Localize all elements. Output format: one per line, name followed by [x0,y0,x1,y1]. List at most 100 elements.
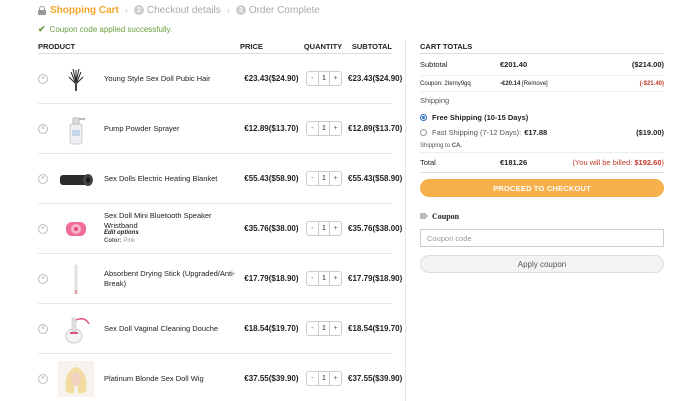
remove-item-button[interactable]: × [38,373,48,384]
product-name[interactable]: Sex Doll Vaginal Cleaning Douche [104,324,244,334]
step-order-complete: 3 Order Complete [235,4,320,16]
pink-wristband-icon[interactable] [58,211,94,247]
cart-totals-title: CART TOTALS [420,40,664,54]
quantity-input[interactable]: 1 [317,172,331,185]
drying-stick-icon[interactable] [58,261,94,297]
coupon-row: Coupon: 2temy9gq -€20.14 [Remove] (-$21.… [420,76,664,92]
product-name-text[interactable]: Absorbent Drying Stick (Upgraded/Anti-Br… [104,269,235,288]
step-number: 2 [133,5,144,15]
quantity-stepper[interactable]: -1 + [300,71,348,86]
decrease-button[interactable]: - [307,122,318,135]
apply-coupon-button[interactable]: Apply coupon [420,255,664,273]
product-price: €18.54($19.70) [244,324,299,333]
edit-options-link[interactable]: Edit options [104,230,244,238]
rolled-blanket-icon[interactable] [58,161,94,197]
remove-item-button[interactable]: × [38,173,48,184]
increase-button[interactable]: + [330,322,341,335]
decrease-button[interactable]: - [307,322,318,335]
column-divider [405,40,406,401]
fast-shipping-label[interactable]: Fast Shipping (7-12 Days): [432,128,521,137]
table-row: × Absorbent Drying Stick (Upgraded/Anti-… [38,254,403,304]
product-subtotal: €55.43($58.90) [348,174,403,183]
remove-item-button[interactable]: × [38,223,48,234]
quantity-input[interactable]: 1 [317,122,331,135]
product-variant: Color: Pink [104,238,244,246]
product-name-text[interactable]: Pump Powder Sprayer [104,124,179,133]
shipping-option-fast[interactable]: Fast Shipping (7-12 Days): €17.88 ($19.0… [420,125,664,139]
quantity-stepper[interactable]: -1 + [300,171,348,186]
subtotal-value: €201.40 [500,60,528,69]
remove-item-button[interactable]: × [38,323,48,334]
increase-button[interactable]: + [330,222,341,235]
product-subtotal: €18.54($19.70) [348,324,403,333]
proceed-to-checkout-button[interactable]: PROCEED TO CHECKOUT [420,179,664,197]
quantity-stepper[interactable]: -1 + [300,121,348,136]
step-label: Checkout details [146,4,221,16]
quantity-input[interactable]: 1 [317,372,331,385]
subtotal-row: Subtotal €201.40 ($214.00) [420,54,664,76]
product-subtotal: €37.55($39.90) [348,374,403,383]
increase-button[interactable]: + [330,72,341,85]
douche-bottle-icon[interactable] [58,311,94,347]
header-product: PRODUCT [38,42,76,51]
remove-coupon-link[interactable]: [Remove] [522,81,548,87]
decrease-button[interactable]: - [307,272,318,285]
product-name[interactable]: Sex Dolls Electric Heating Blanket [104,174,244,184]
product-name[interactable]: Young Style Sex Doll Pubic Hair [104,74,244,84]
product-name-text[interactable]: Young Style Sex Doll Pubic Hair [104,74,210,83]
product-name[interactable]: Absorbent Drying Stick (Upgraded/Anti-Br… [104,269,244,289]
step-label: Order Complete [248,4,320,16]
product-name-text[interactable]: Sex Dolls Electric Heating Blanket [104,174,217,183]
quantity-stepper[interactable]: -1 + [300,271,348,286]
coupon-title: Coupon [432,211,460,221]
spray-bottle-icon[interactable] [58,111,94,147]
increase-button[interactable]: + [330,272,341,285]
header-quantity: QUANTITY [303,42,343,51]
quantity-input[interactable]: 1 [317,222,331,235]
feather-tuft-icon[interactable] [58,61,94,97]
table-row: × Sex Doll Vaginal Cleaning Douche €18.5… [38,304,403,354]
product-name-text[interactable]: Sex Doll Vaginal Cleaning Douche [104,324,218,333]
decrease-button[interactable]: - [307,172,318,185]
shipping-destination: Shipping to CA. [420,139,664,153]
billed-value: $192.60 [634,158,662,167]
free-shipping-label[interactable]: Free Shipping (10-15 Days) [432,113,528,122]
product-name[interactable]: Platinum Blonde Sex Doll Wig [104,374,244,384]
quantity-stepper[interactable]: -1 + [300,371,348,386]
radio-selected[interactable] [420,113,427,121]
decrease-button[interactable]: - [307,222,318,235]
quantity-input[interactable]: 1 [317,72,331,85]
cart-table: PRODUCT PRICE QUANTITY SUBTOTAL × Young … [38,40,403,401]
increase-button[interactable]: + [330,372,341,385]
decrease-button[interactable]: - [307,372,318,385]
radio-unselected[interactable] [420,128,427,136]
decrease-button[interactable]: - [307,72,318,85]
remove-item-button[interactable]: × [38,123,48,134]
product-price: €17.79($18.90) [244,274,299,283]
increase-button[interactable]: + [330,172,341,185]
product-name[interactable]: Pump Powder Sprayer [104,124,244,134]
product-name[interactable]: Sex Doll Mini Bluetooth Speaker Wristban… [104,211,244,246]
quantity-input[interactable]: 1 [317,272,331,285]
total-label: Total [420,158,436,167]
quantity-stepper[interactable]: -1 + [300,321,348,336]
coupon-code-input[interactable]: Coupon code [420,229,664,247]
increase-button[interactable]: + [330,122,341,135]
remove-item-button[interactable]: × [38,73,48,84]
product-name-text[interactable]: Sex Doll Mini Bluetooth Speaker Wristban… [104,211,212,230]
cart-totals: CART TOTALS Subtotal €201.40 ($214.00) C… [420,40,664,273]
table-row: × Sex Dolls Electric Heating Blanket €55… [38,154,403,204]
step-shopping-cart[interactable]: Shopping Cart [38,5,119,16]
step-checkout-details[interactable]: 2 Checkout details [133,4,221,16]
remove-item-button[interactable]: × [38,273,48,284]
quantity-stepper[interactable]: -1 + [300,221,348,236]
quantity-input[interactable]: 1 [317,322,331,335]
billed-amount: (You will be billed: $192.60) [573,158,664,167]
product-price: €23.43($24.90) [244,74,299,83]
product-subtotal: €17.79($18.90) [348,274,403,283]
blonde-wig-icon[interactable] [58,360,94,397]
shipping-option-free[interactable]: Free Shipping (10-15 Days) [420,109,664,125]
product-name-text[interactable]: Platinum Blonde Sex Doll Wig [104,374,204,383]
billed-label: (You will be billed: [572,158,633,167]
coupon-usd: (-$21.40) [639,80,664,87]
